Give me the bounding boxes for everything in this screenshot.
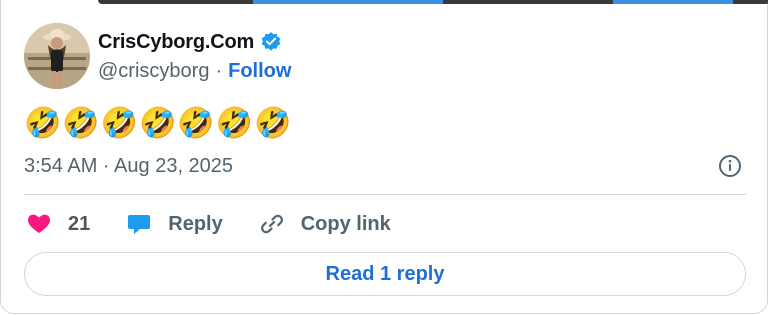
author-handle[interactable]: @criscyborg — [98, 60, 209, 83]
link-icon — [259, 211, 285, 237]
separator-dot: · — [215, 59, 223, 82]
tweet-timestamp[interactable]: 3:54 AM · Aug 23, 2025 — [24, 152, 233, 180]
follow-button[interactable]: Follow — [228, 60, 291, 83]
tweet-text: 🤣🤣🤣🤣🤣🤣🤣 — [24, 107, 293, 140]
reply-bubble-icon — [126, 211, 152, 237]
media-preview-edge[interactable] — [98, 0, 768, 4]
copy-link-label: Copy link — [300, 212, 391, 235]
like-button[interactable]: 21 — [26, 211, 90, 237]
avatar[interactable] — [24, 23, 90, 89]
author-handle-row: @criscyborg · Follow — [98, 58, 291, 84]
media-segment — [253, 0, 443, 4]
tweet-actions: 21 Reply Copy link — [26, 208, 427, 240]
info-icon[interactable] — [718, 154, 742, 178]
author-display-name[interactable]: CrisCyborg.Com — [98, 31, 254, 54]
read-replies-button[interactable]: Read 1 reply — [24, 252, 746, 296]
author-name-row[interactable]: CrisCyborg.Com — [98, 28, 282, 56]
media-segment — [613, 0, 733, 4]
copy-link-button[interactable]: Copy link — [259, 211, 391, 237]
reply-button[interactable]: Reply — [126, 211, 223, 237]
reply-label: Reply — [168, 212, 223, 235]
heart-icon — [26, 211, 52, 237]
divider — [24, 194, 746, 195]
like-count: 21 — [68, 212, 91, 235]
verified-badge-icon — [260, 31, 282, 53]
